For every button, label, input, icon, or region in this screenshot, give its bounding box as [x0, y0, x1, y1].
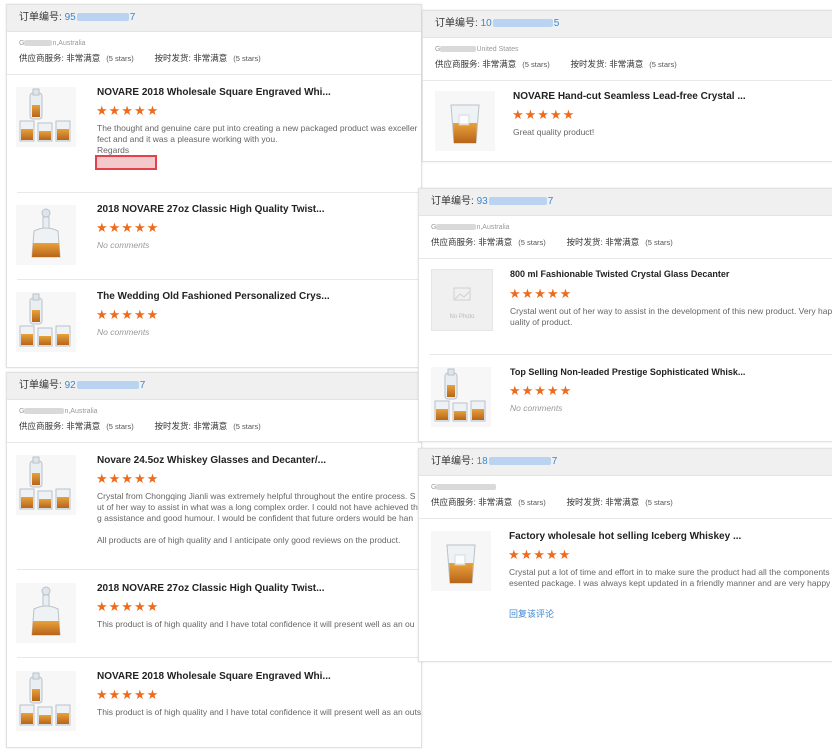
buyer-location: Gn,Australia [19, 40, 86, 47]
service-rating-row: 供应商服务: 非常满意 (5 stars) 按时发货: 非常满意 (5 stars) [435, 59, 677, 69]
order-number-label: 订单编号: [19, 380, 62, 391]
order-number-label: 订单编号: [431, 456, 474, 467]
product-title[interactable]: 2018 NOVARE 27oz Classic High Quality Tw… [97, 204, 324, 215]
review-comment: Crystal went out of her way to assist in… [510, 306, 832, 327]
rating-stars: ★★★★★ [96, 103, 160, 118]
product-title[interactable]: Factory wholesale hot selling Iceberg Wh… [509, 531, 741, 542]
review-comment: This product is of high quality and I ha… [97, 707, 422, 717]
rating-stars: ★★★★★ [509, 383, 573, 398]
product-title[interactable]: 800 ml Fashionable Twisted Crystal Glass… [510, 269, 729, 279]
service-rating-row: 供应商服务: 非常满意 (5 stars) 按时发货: 非常满意 (5 stars) [19, 53, 261, 63]
rating-stars: ★★★★★ [96, 220, 160, 235]
order-card: 订单编号: 92 7 Gn,Australia 供应商服务: 非常满意 (5 sta… [6, 372, 422, 748]
order-header: 订单编号: 18 7 [419, 449, 832, 476]
divider [17, 279, 421, 280]
product-title[interactable]: NOVARE 2018 Wholesale Square Engraved Wh… [97, 87, 331, 98]
no-comments-text: No comments [510, 403, 563, 413]
order-number-label: 订单编号: [435, 18, 478, 29]
order-card: 订单编号: 93 7 Gn,Australia 供应商服务: 非常满意 (5 sta… [418, 188, 832, 442]
order-header: 订单编号: 92 7 [7, 373, 421, 400]
product-title[interactable]: NOVARE 2018 Wholesale Square Engraved Wh… [97, 671, 331, 682]
no-photo-placeholder[interactable]: No Photo [431, 269, 493, 331]
product-image[interactable] [431, 367, 491, 427]
order-header: 订单编号: 95 7 [7, 5, 421, 32]
rating-stars: ★★★★★ [96, 599, 160, 614]
no-comments-text: No comments [97, 240, 150, 250]
no-photo-label: No Photo [449, 314, 475, 320]
service-rating-row: 供应商服务: 非常满意 (5 stars) 按时发货: 非常满意 (5 stars) [19, 421, 261, 431]
order-header: 订单编号: 93 7 [419, 189, 832, 216]
product-image[interactable] [16, 87, 76, 147]
rating-stars: ★★★★★ [508, 547, 572, 562]
order-card: 订单编号: 10 5 G United States 供应商服务: 非常满意 (5 s… [422, 10, 832, 162]
divider [423, 80, 832, 81]
product-image[interactable] [435, 91, 495, 151]
review-comment: The thought and genuine care put into cr… [97, 123, 418, 155]
product-title[interactable]: Novare 24.5oz Whiskey Glasses and Decant… [97, 455, 326, 466]
rating-stars: ★★★★★ [96, 471, 160, 486]
order-number-label: 订单编号: [19, 12, 62, 23]
service-rating-row: 供应商服务: 非常满意 (5 stars) 按时发货: 非常满意 (5 stars) [431, 497, 673, 507]
order-number-label: 订单编号: [431, 196, 474, 207]
product-image[interactable] [16, 292, 76, 352]
divider [7, 74, 421, 75]
divider [7, 442, 421, 443]
order-number[interactable]: 95 7 [65, 12, 136, 23]
review-comment: This product is of high quality and I ha… [97, 619, 415, 629]
buyer-location: G United States [435, 46, 519, 53]
divider [17, 657, 421, 658]
no-comments-text: No comments [97, 327, 150, 337]
review-comment: Crystal put a lot of time and effort in … [509, 567, 831, 588]
product-image[interactable] [16, 583, 76, 643]
product-image[interactable] [431, 531, 491, 591]
product-image[interactable] [16, 455, 76, 515]
product-title[interactable]: Top Selling Non-leaded Prestige Sophisti… [510, 367, 745, 377]
divider [419, 518, 832, 519]
service-rating-row: 供应商服务: 非常满意 (5 stars) 按时发货: 非常满意 (5 stars) [431, 237, 673, 247]
buyer-location: G [419, 484, 832, 491]
redacted-signature [95, 155, 157, 170]
order-number[interactable]: 18 7 [477, 456, 558, 467]
product-title[interactable]: 2018 NOVARE 27oz Classic High Quality Tw… [97, 583, 324, 594]
reply-to-review-link[interactable]: 回复该评论 [509, 607, 554, 620]
product-title[interactable]: The Wedding Old Fashioned Personalized C… [97, 291, 330, 302]
divider [17, 192, 421, 193]
buyer-location: Gn,Australia [431, 224, 510, 231]
rating-stars: ★★★★★ [512, 107, 576, 122]
order-number[interactable]: 10 5 [481, 18, 560, 29]
image-placeholder-icon [453, 287, 471, 301]
rating-stars: ★★★★★ [96, 307, 160, 322]
buyer-location: Gn,Australia [19, 408, 98, 415]
divider [17, 569, 421, 570]
product-image[interactable] [16, 671, 76, 731]
review-comment: Crystal from Chongqing Jianli was extrem… [97, 491, 418, 545]
divider [429, 354, 832, 355]
review-comment: Great quality product! [513, 127, 595, 137]
order-header: 订单编号: 10 5 [423, 11, 832, 38]
order-card: 订单编号: 95 7 Gn,Australia 供应商服务: 非常满意 (5 sta… [6, 4, 422, 368]
order-card: 订单编号: 18 7 G 供应商服务: 非常满意 (5 stars) 按时发货: 非… [418, 448, 832, 662]
order-number[interactable]: 93 7 [477, 196, 554, 207]
product-title[interactable]: NOVARE Hand-cut Seamless Lead-free Cryst… [513, 91, 746, 102]
rating-stars: ★★★★★ [509, 286, 573, 301]
order-number[interactable]: 92 7 [65, 380, 146, 391]
rating-stars: ★★★★★ [96, 687, 160, 702]
product-image[interactable] [16, 205, 76, 265]
divider [419, 258, 832, 259]
